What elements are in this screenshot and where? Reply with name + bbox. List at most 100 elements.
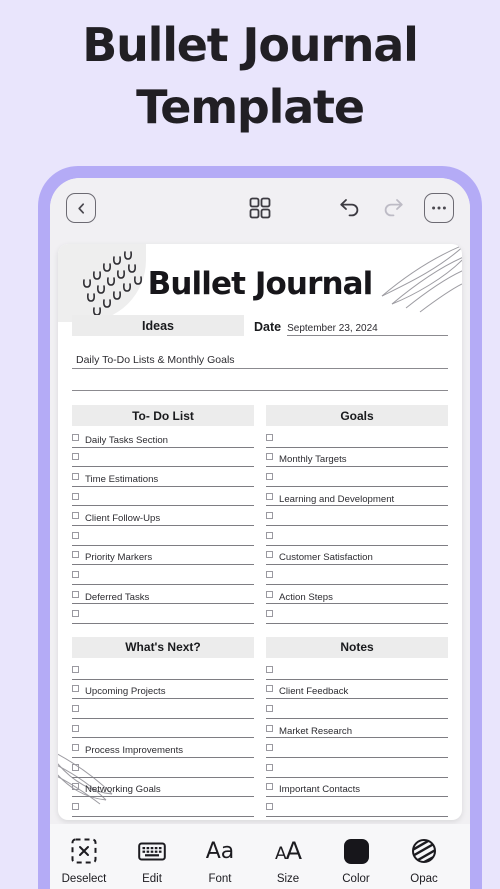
checklist-row[interactable]	[72, 758, 254, 778]
ideas-field[interactable]: Ideas	[72, 315, 244, 336]
checklist-row[interactable]	[266, 604, 448, 624]
checklist-row[interactable]: Customer Satisfaction	[266, 546, 448, 566]
section-header[interactable]: Goals	[266, 405, 448, 426]
checklist-row[interactable]: Upcoming Projects	[72, 680, 254, 700]
checklist-row[interactable]: Action Steps	[266, 585, 448, 605]
toolbar-item-color[interactable]: Color	[322, 836, 390, 885]
checkbox-icon[interactable]	[266, 665, 273, 673]
toolbar-item-deselect[interactable]: Deselect	[50, 836, 118, 885]
checkbox-icon[interactable]	[72, 685, 79, 693]
checklist-row[interactable]: Priority Markers	[72, 546, 254, 566]
checklist-row[interactable]	[266, 467, 448, 487]
checklist-row[interactable]	[72, 487, 254, 507]
toolbar-item-opac[interactable]: Opac	[390, 836, 458, 885]
date-value[interactable]: September 23, 2024	[287, 323, 448, 336]
checklist-row[interactable]: Market Research	[266, 719, 448, 739]
checklist-row[interactable]	[266, 428, 448, 448]
checklist-row[interactable]	[266, 565, 448, 585]
checkbox-icon[interactable]	[72, 551, 79, 559]
checkbox-icon[interactable]	[266, 433, 273, 441]
checkbox-icon[interactable]	[266, 704, 273, 712]
note-line-1[interactable]: Daily To-Do Lists & Monthly Goals	[72, 347, 448, 369]
checklist-row[interactable]	[72, 604, 254, 624]
checklist-row[interactable]	[266, 758, 448, 778]
checkbox-icon[interactable]	[72, 433, 79, 441]
checklist-row[interactable]	[266, 738, 448, 758]
checkbox-icon[interactable]	[72, 665, 79, 673]
checkbox-icon[interactable]	[266, 610, 273, 618]
checkbox-icon[interactable]	[72, 704, 79, 712]
app-toolbar	[50, 178, 470, 238]
checkbox-icon[interactable]	[72, 724, 79, 732]
checkbox-icon[interactable]	[266, 685, 273, 693]
toolbar-item-edit[interactable]: Edit	[118, 836, 186, 885]
checklist-row[interactable]	[72, 565, 254, 585]
checkbox-icon[interactable]	[266, 802, 273, 810]
back-button[interactable]	[66, 193, 96, 223]
checkbox-icon[interactable]	[72, 610, 79, 618]
checklist-row-label: Process Improvements	[85, 745, 184, 757]
checklist-row[interactable]: Client Feedback	[266, 680, 448, 700]
checklist-row[interactable]	[72, 699, 254, 719]
checkbox-icon[interactable]	[72, 531, 79, 539]
checklist-row[interactable]	[266, 699, 448, 719]
checklist-row[interactable]: Deferred Tasks	[72, 585, 254, 605]
checklist-row[interactable]: Financial Observations	[266, 817, 448, 820]
checkbox-icon[interactable]	[72, 590, 79, 598]
section-header[interactable]: To- Do List	[72, 405, 254, 426]
journal-page[interactable]: Bullet Journal Ideas Date September 23, …	[58, 244, 462, 820]
checkbox-icon[interactable]	[72, 512, 79, 520]
checkbox-icon[interactable]	[266, 590, 273, 598]
checkbox-icon[interactable]	[72, 802, 79, 810]
date-field[interactable]: Date September 23, 2024	[254, 320, 448, 336]
checklist-row[interactable]	[72, 448, 254, 468]
checklist-row[interactable]	[72, 526, 254, 546]
checkbox-icon[interactable]	[266, 570, 273, 578]
font-aa-icon: Aa	[205, 838, 235, 864]
checklist-row[interactable]	[266, 660, 448, 680]
checklist-row[interactable]: Time Estimations	[72, 467, 254, 487]
checkbox-icon[interactable]	[72, 763, 79, 771]
checkbox-icon[interactable]	[266, 763, 273, 771]
checkbox-icon[interactable]	[266, 492, 273, 500]
checkbox-icon[interactable]	[266, 551, 273, 559]
more-options-button[interactable]	[424, 193, 454, 223]
checkbox-icon[interactable]	[266, 531, 273, 539]
checkbox-icon[interactable]	[266, 744, 273, 752]
toolbar-item-font[interactable]: Aa Font	[186, 836, 254, 886]
checkbox-icon[interactable]	[72, 570, 79, 578]
checklist-row[interactable]: Client Follow-Ups	[72, 506, 254, 526]
checklist-row[interactable]	[72, 660, 254, 680]
checkbox-icon[interactable]	[72, 492, 79, 500]
checklist-row[interactable]: Team Development	[72, 817, 254, 820]
checklist-row[interactable]: Process Improvements	[72, 738, 254, 758]
checkbox-icon[interactable]	[72, 744, 79, 752]
checkbox-icon[interactable]	[266, 512, 273, 520]
checklist-row[interactable]	[266, 526, 448, 546]
section-header[interactable]: What's Next?	[72, 636, 254, 658]
checkbox-icon[interactable]	[266, 724, 273, 732]
checkbox-icon[interactable]	[72, 783, 79, 791]
checklist-row[interactable]: Networking Goals	[72, 778, 254, 798]
undo-button[interactable]	[335, 193, 365, 223]
checklist-row-label: Deferred Tasks	[85, 591, 150, 603]
checklist-row[interactable]: Learning and Development	[266, 487, 448, 507]
checklist-row[interactable]	[72, 719, 254, 739]
checklist-row[interactable]: Important Contacts	[266, 778, 448, 798]
checklist-row[interactable]: Monthly Targets	[266, 448, 448, 468]
checkbox-icon[interactable]	[266, 472, 273, 480]
checkbox-icon[interactable]	[72, 472, 79, 480]
checkbox-icon[interactable]	[266, 453, 273, 461]
checkbox-icon[interactable]	[266, 783, 273, 791]
checklist-row[interactable]	[266, 506, 448, 526]
redo-button[interactable]	[378, 193, 408, 223]
checklist-row[interactable]: Daily Tasks Section	[72, 428, 254, 448]
toolbar-item-size[interactable]: AA Size	[254, 836, 322, 885]
grid-view-button[interactable]	[245, 193, 275, 223]
checklist-row[interactable]	[72, 797, 254, 817]
section-header[interactable]: Notes	[266, 636, 448, 658]
more-ellipsis-icon	[432, 206, 446, 210]
redo-arrow-icon	[384, 199, 403, 217]
checkbox-icon[interactable]	[72, 453, 79, 461]
checklist-row[interactable]	[266, 797, 448, 817]
